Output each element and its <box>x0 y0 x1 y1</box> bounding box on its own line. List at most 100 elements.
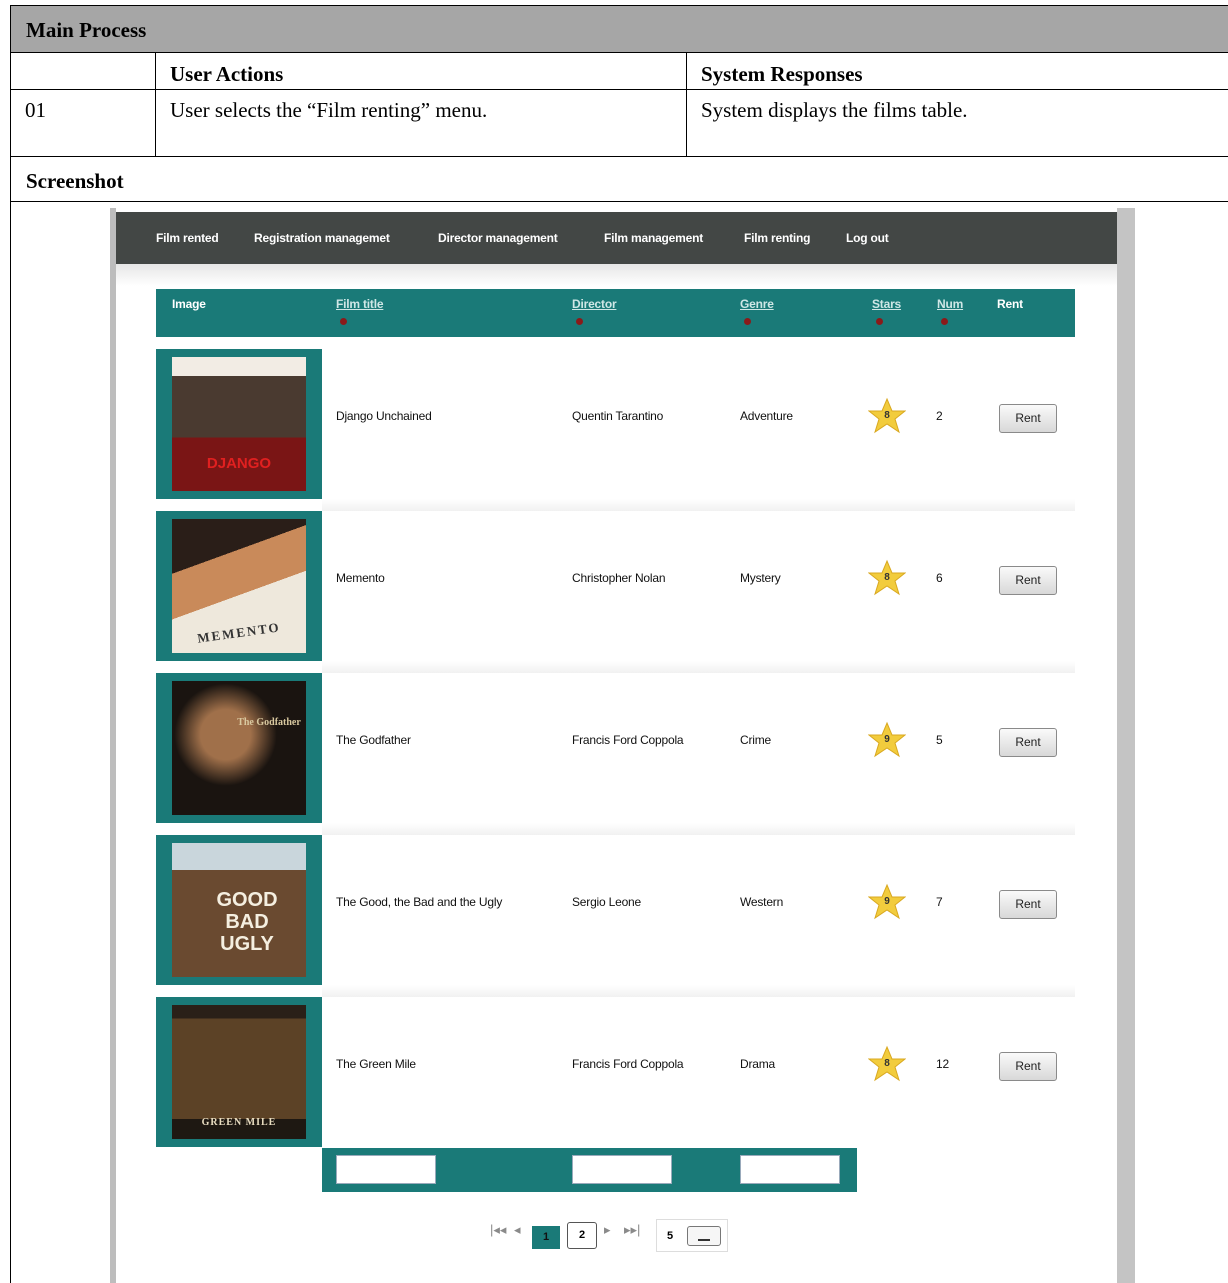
main-process-row: Main Process <box>11 6 1228 53</box>
film-num: 2 <box>936 409 943 423</box>
film-row: GREEN MILE The Green Mile Francis Ford C… <box>156 997 1075 1147</box>
col-director[interactable]: Director <box>572 297 617 311</box>
user-action-cell: User selects the “Film renting” menu. <box>156 90 687 157</box>
col-stars[interactable]: Stars <box>872 297 901 311</box>
nav-film-rented[interactable]: Film rented <box>156 231 219 245</box>
genre-filter-input[interactable] <box>740 1155 840 1184</box>
star-value: 9 <box>884 896 890 907</box>
nav-film-management[interactable]: Film management <box>604 231 703 245</box>
star-rating-icon: 8 <box>867 1045 907 1083</box>
next-page-icon[interactable]: ▸ <box>604 1222 611 1238</box>
poster-caption: DJANGO <box>206 455 272 472</box>
film-title: Django Unchained <box>336 409 432 423</box>
film-director: Francis Ford Coppola <box>572 1057 684 1071</box>
first-page-icon[interactable]: |◂◂ <box>490 1222 506 1238</box>
nav-log-out[interactable]: Log out <box>846 231 889 245</box>
film-title: The Green Mile <box>336 1057 416 1071</box>
sort-director-icon[interactable] <box>576 318 583 325</box>
poster-caption: MEMENTO <box>196 619 282 646</box>
row-divider <box>322 823 1075 835</box>
app-nav-bar: Film rented Registration managemet Direc… <box>116 212 1117 264</box>
film-row: GOOD BAD UGLY The Good, the Bad and the … <box>156 835 1075 997</box>
film-num: 6 <box>936 571 943 585</box>
film-num: 12 <box>936 1057 949 1071</box>
nav-director-management[interactable]: Director management <box>438 231 558 245</box>
left-frame <box>110 208 116 1283</box>
film-genre: Mystery <box>740 571 781 585</box>
poster-cell: GREEN MILE <box>156 997 322 1147</box>
rent-button[interactable]: Rent <box>999 1052 1057 1081</box>
sort-stars-icon[interactable] <box>876 318 883 325</box>
user-actions-header: User Actions <box>156 53 687 90</box>
film-row: DJANGO Django Unchained Quentin Tarantin… <box>156 349 1075 511</box>
poster-image-good-bad-ugly: GOOD BAD UGLY <box>172 843 306 977</box>
screenshot-label: Screenshot <box>26 169 124 193</box>
star-rating-icon: 9 <box>867 883 907 921</box>
prev-page-icon[interactable]: ◂ <box>514 1222 521 1238</box>
col-film-title[interactable]: Film title <box>336 297 384 311</box>
user-action-text: User selects the “Film renting” menu. <box>170 98 488 122</box>
screenshot-row: Screenshot <box>11 157 1228 202</box>
current-page[interactable]: 1 <box>532 1226 560 1249</box>
title-filter-input[interactable] <box>336 1155 436 1184</box>
star-rating-icon: 9 <box>867 721 907 759</box>
film-genre: Crime <box>740 733 771 747</box>
col-num[interactable]: Num <box>937 297 963 311</box>
row-divider <box>322 661 1075 673</box>
sort-num-icon[interactable] <box>941 318 948 325</box>
col-image: Image <box>172 297 206 311</box>
sort-genre-icon[interactable] <box>744 318 751 325</box>
star-rating-icon: 8 <box>867 559 907 597</box>
col-genre[interactable]: Genre <box>740 297 774 311</box>
last-page-icon[interactable]: ▸▸| <box>624 1222 640 1238</box>
row-divider <box>322 499 1075 511</box>
system-response-cell: System displays the films table. <box>687 90 1228 157</box>
film-num: 7 <box>936 895 943 909</box>
rent-button[interactable]: Rent <box>999 404 1057 433</box>
film-title: The Good, the Bad and the Ugly <box>336 895 503 909</box>
film-director: Christopher Nolan <box>572 571 666 585</box>
user-actions-label: User Actions <box>170 62 284 86</box>
poster-image-godfather: The Godfather <box>172 681 306 815</box>
nav-film-renting[interactable]: Film renting <box>744 231 810 245</box>
star-value: 8 <box>884 410 890 421</box>
rent-button[interactable]: Rent <box>999 566 1057 595</box>
nav-registration-management[interactable]: Registration managemet <box>254 231 390 245</box>
main-process-label: Main Process <box>26 18 147 42</box>
poster-image-memento: MEMENTO <box>172 519 306 653</box>
step-header-cell <box>11 53 156 90</box>
film-director: Sergio Leone <box>572 895 641 909</box>
row-divider <box>322 985 1075 997</box>
filter-bar <box>322 1148 857 1192</box>
rent-button[interactable]: Rent <box>999 728 1057 757</box>
dropdown-icon[interactable] <box>687 1226 721 1246</box>
paginator: |◂◂ ◂ 1 2 ▸ ▸▸| 5 <box>490 1212 742 1252</box>
star-value: 9 <box>884 734 890 745</box>
film-row: MEMENTO Memento Christopher Nolan Myster… <box>156 511 1075 673</box>
film-num: 5 <box>936 733 943 747</box>
star-value: 8 <box>884 572 890 583</box>
system-responses-header: System Responses <box>687 53 1228 90</box>
rent-button[interactable]: Rent <box>999 890 1057 919</box>
poster-cell: MEMENTO <box>156 511 322 661</box>
poster-caption: GOOD BAD UGLY <box>216 889 278 955</box>
system-response-text: System displays the films table. <box>701 98 968 122</box>
sort-title-icon[interactable] <box>340 318 347 325</box>
film-row: The Godfather The Godfather Francis Ford… <box>156 673 1075 835</box>
director-filter-input[interactable] <box>572 1155 672 1184</box>
films-table-header: Image Film title Director Genre Stars Nu… <box>156 289 1075 337</box>
poster-cell: DJANGO <box>156 349 322 499</box>
page-2-button[interactable]: 2 <box>567 1222 597 1249</box>
rows-per-page-select[interactable]: 5 <box>656 1219 728 1252</box>
app-screenshot: Film rented Registration managemet Direc… <box>110 208 1135 1283</box>
right-scrollbar[interactable] <box>1117 208 1135 1283</box>
poster-image-green-mile: GREEN MILE <box>172 1005 306 1139</box>
film-genre: Adventure <box>740 409 793 423</box>
poster-caption: The Godfather <box>237 717 301 728</box>
poster-image-django: DJANGO <box>172 357 306 491</box>
film-director: Francis Ford Coppola <box>572 733 684 747</box>
rows-per-page-value: 5 <box>667 1230 674 1242</box>
step-number-cell: 01 <box>11 90 156 157</box>
film-director: Quentin Tarantino <box>572 409 664 423</box>
step-number: 01 <box>25 98 46 122</box>
